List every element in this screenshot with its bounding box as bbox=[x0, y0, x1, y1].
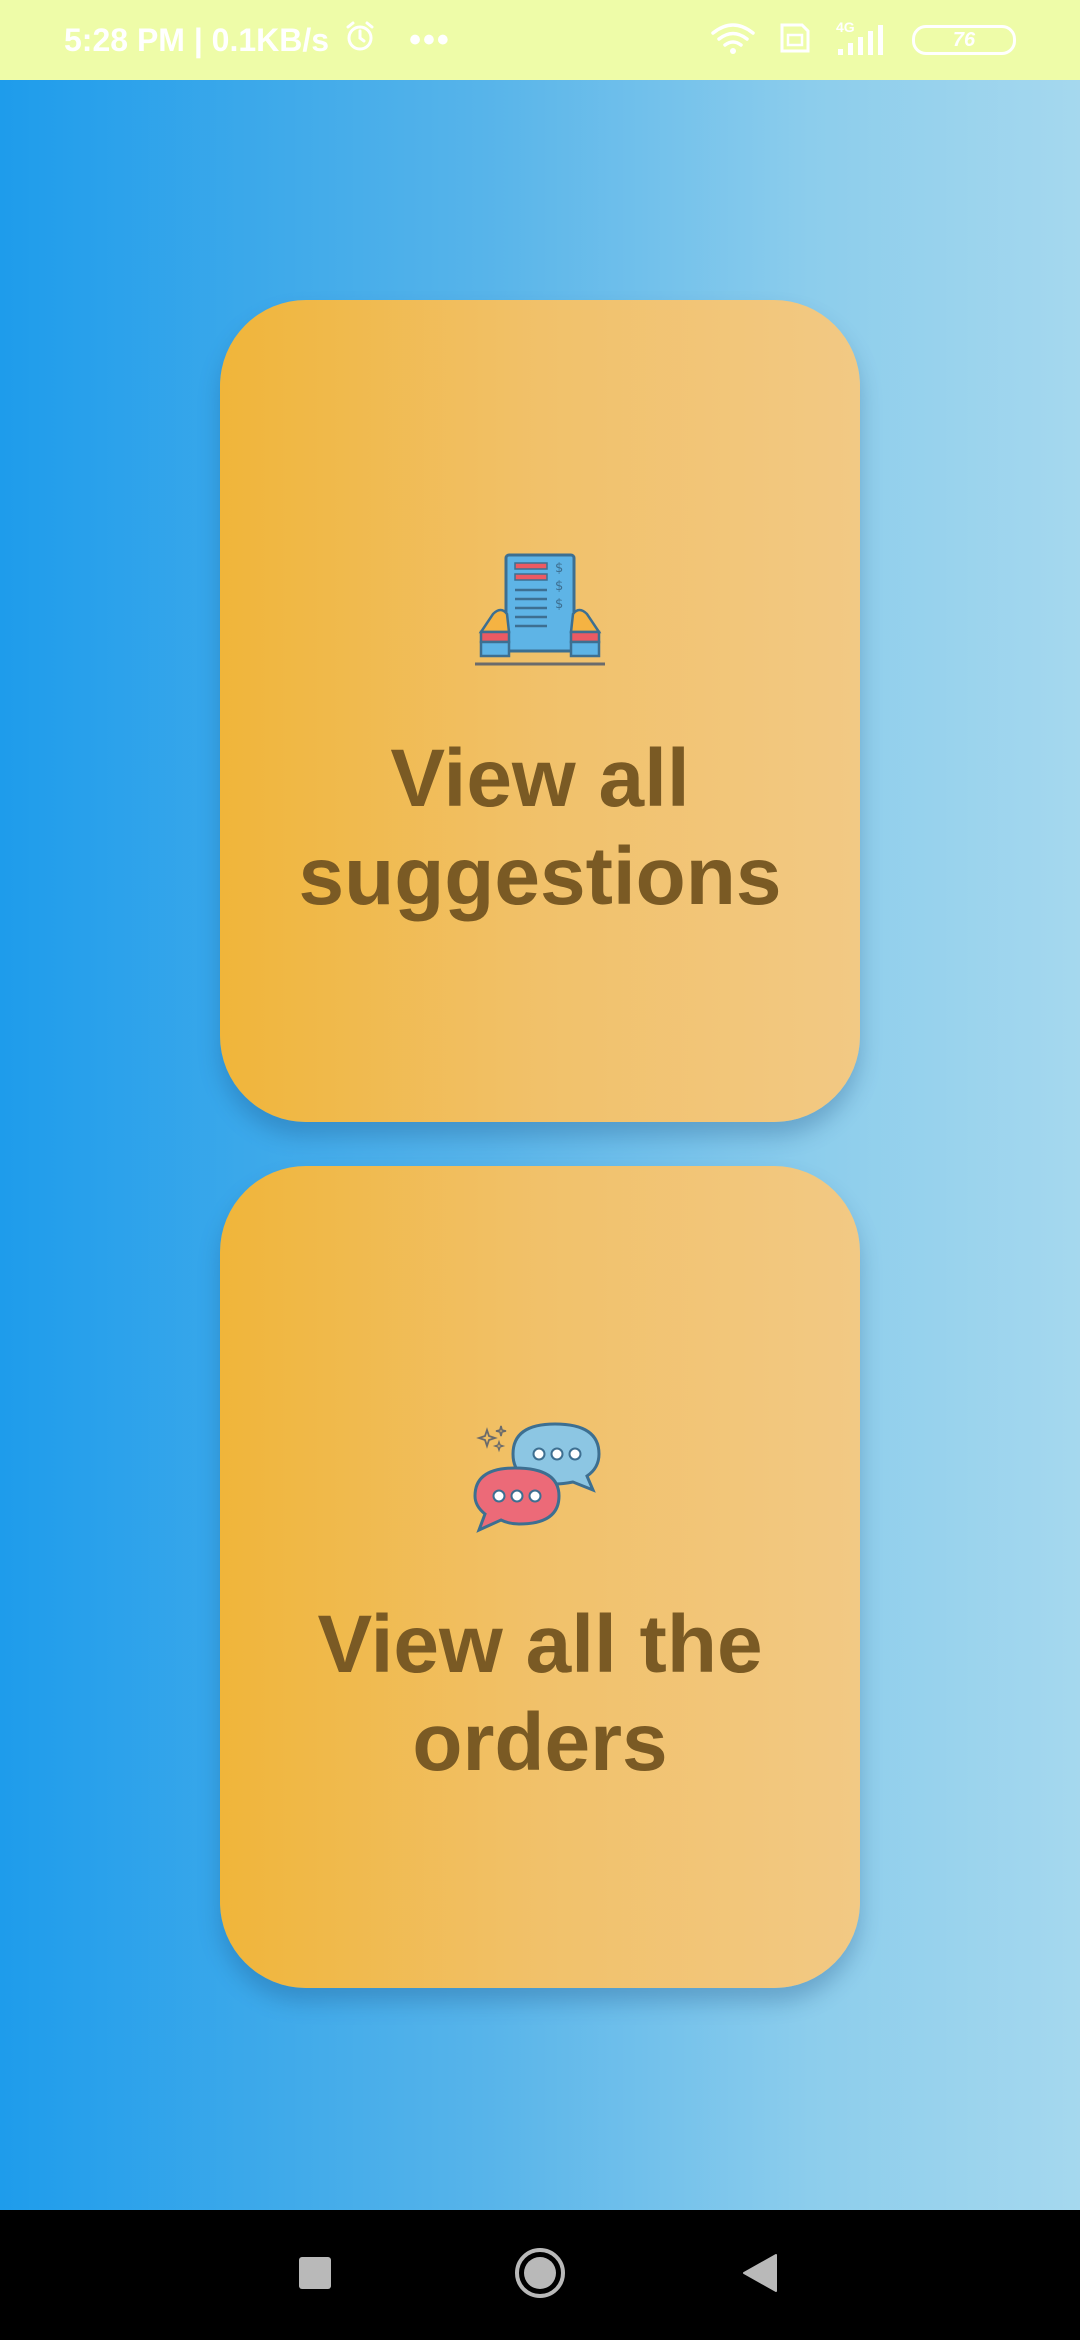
view-suggestions-label: View all suggestions bbox=[298, 733, 782, 922]
back-button[interactable] bbox=[700, 2210, 820, 2340]
status-bar: 5:28 PM | 0.1KB/s ••• 4G 76 bbox=[0, 0, 1080, 80]
sim-icon bbox=[778, 21, 812, 60]
svg-text:$: $ bbox=[555, 561, 563, 576]
view-suggestions-card[interactable]: $ $ $ View all suggestions bbox=[220, 300, 860, 1122]
status-right: 4G 76 bbox=[710, 19, 1016, 60]
svg-text:$: $ bbox=[555, 579, 563, 594]
status-time-speed: 5:28 PM | 0.1KB/s bbox=[64, 21, 330, 58]
signal-icon: 4G bbox=[834, 19, 890, 57]
status-left: 5:28 PM | 0.1KB/s ••• bbox=[64, 19, 451, 61]
back-triangle-icon bbox=[742, 2253, 778, 2298]
alarm-icon bbox=[343, 19, 377, 61]
view-orders-card[interactable]: View all the orders bbox=[220, 1166, 860, 1988]
screen: 5:28 PM | 0.1KB/s ••• 4G 76 $ $ $ View a… bbox=[0, 0, 1080, 2340]
chat-bubbles-icon bbox=[473, 1418, 607, 1536]
recents-square-icon bbox=[298, 2256, 332, 2295]
more-dots-icon: ••• bbox=[409, 20, 451, 59]
main-content: $ $ $ View all suggestions View all the … bbox=[0, 80, 1080, 2210]
document-list-icon: $ $ $ bbox=[473, 552, 607, 670]
home-circle-icon bbox=[513, 2246, 567, 2305]
recents-button[interactable] bbox=[255, 2210, 375, 2340]
wifi-icon bbox=[710, 21, 756, 60]
battery-icon: 76 bbox=[912, 25, 1016, 55]
svg-text:$: $ bbox=[555, 597, 563, 612]
navigation-bar bbox=[0, 2210, 1080, 2340]
view-orders-label: View all the orders bbox=[317, 1599, 763, 1788]
battery-level: 76 bbox=[952, 28, 976, 51]
home-button[interactable] bbox=[480, 2210, 600, 2340]
